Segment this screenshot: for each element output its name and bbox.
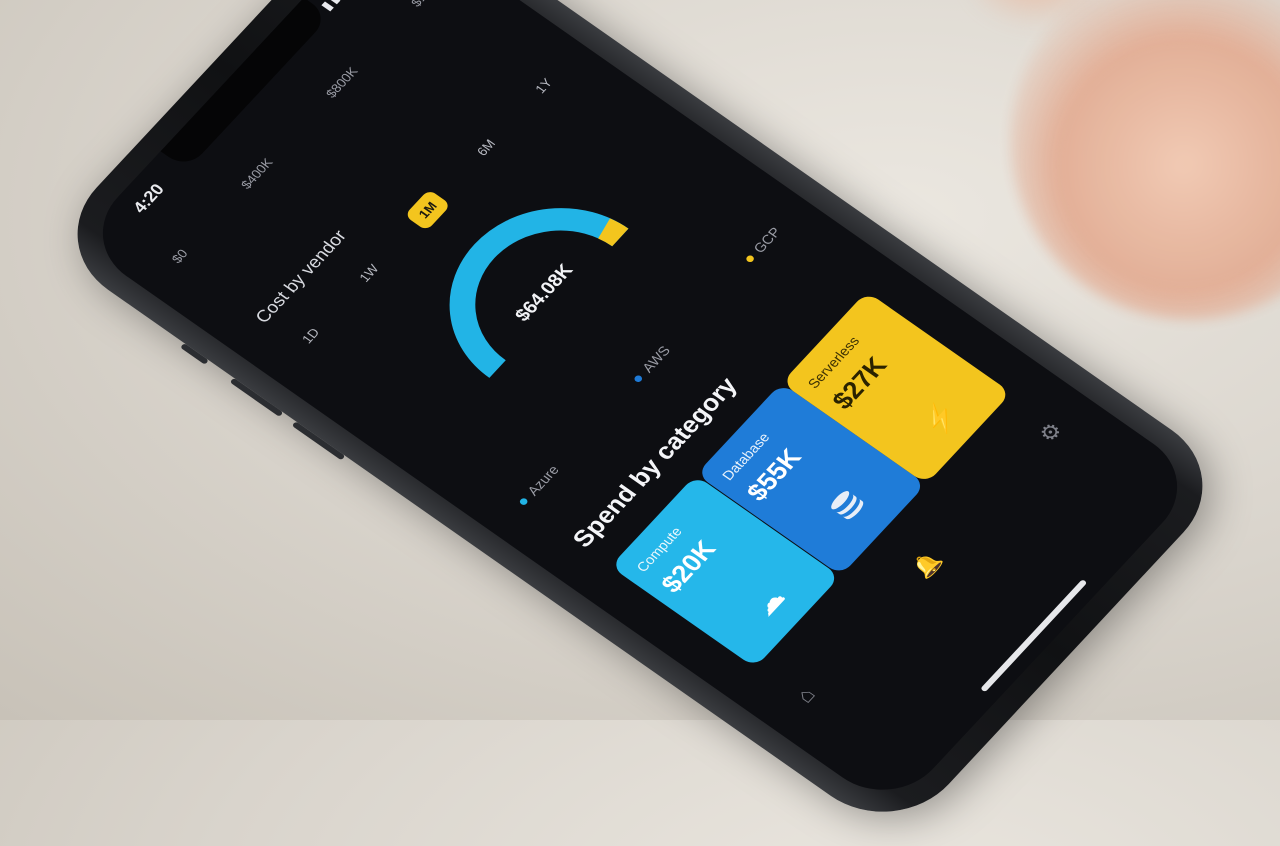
axis-label: $0 xyxy=(168,246,191,266)
legend-item-gcp: GCP xyxy=(740,224,784,266)
home-icon[interactable]: ⌂ xyxy=(791,683,822,708)
axis-label: $800K xyxy=(322,64,361,101)
legend-item-aws: AWS xyxy=(629,343,673,385)
bell-icon[interactable]: 🔔 xyxy=(907,548,947,583)
status-time: 4:20 xyxy=(129,180,169,217)
notch xyxy=(160,0,331,170)
range-1m-button[interactable]: 1M xyxy=(404,189,452,232)
legend-label: GCP xyxy=(749,224,784,256)
legend-dot xyxy=(517,496,529,506)
legend-dot xyxy=(744,254,755,264)
settings-icon[interactable]: ⚙ xyxy=(1034,418,1069,447)
status-icons: ▮▮▮ ◠ ▭ xyxy=(317,0,379,14)
database-icon xyxy=(792,450,911,565)
axis-label: $1M xyxy=(408,0,438,9)
range-1w-button[interactable]: 1W xyxy=(345,252,393,295)
cloud-icon: ☁ xyxy=(746,582,792,622)
legend-dot xyxy=(632,373,644,383)
gauge-track-arc xyxy=(449,208,629,378)
legend-label: Azure xyxy=(523,462,562,499)
database-icon-svg xyxy=(831,491,864,520)
legend-item-azure: Azure xyxy=(514,462,562,508)
range-1d-button[interactable]: 1D xyxy=(288,315,334,356)
lightning-icon: ⚡ xyxy=(915,396,965,441)
range-6m-button[interactable]: 6M xyxy=(463,127,510,169)
legend-label: AWS xyxy=(638,342,674,376)
range-1y-button[interactable]: 1Y xyxy=(521,66,566,106)
axis-label: $400K xyxy=(237,155,276,192)
